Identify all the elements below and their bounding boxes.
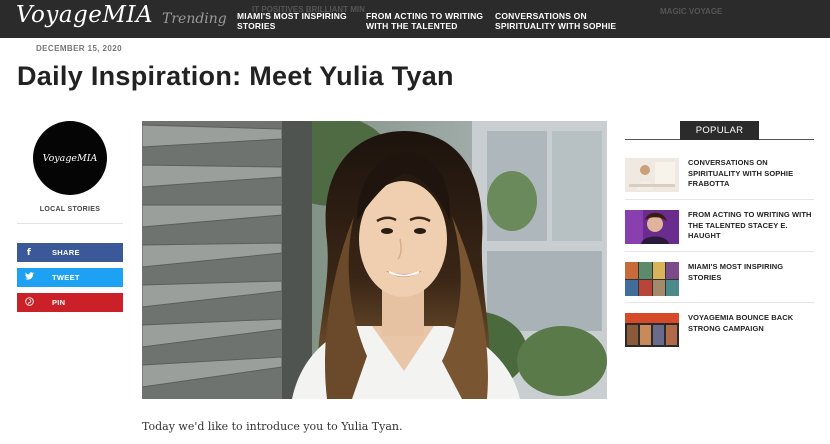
popular-item-title[interactable]: FROM ACTING TO WRITING WITH THE TALENTED… — [688, 210, 814, 242]
trending-link-miami-stories[interactable]: MIAMI'S MOST INSPIRING STORIES — [237, 11, 355, 31]
article-hero-photo — [142, 121, 607, 399]
article-intro: Today we'd like to introduce you to Yuli… — [142, 420, 403, 433]
popular-item[interactable]: FROM ACTING TO WRITING WITH THE TALENTED… — [625, 210, 814, 246]
tweet-button-label: TWEET — [52, 273, 80, 282]
trending-link-spirituality[interactable]: CONVERSATIONS ON SPIRITUALITY WITH SOPHI… — [495, 11, 617, 31]
pinterest-icon — [17, 296, 41, 309]
author-avatar[interactable]: VoyageMIA — [33, 121, 107, 195]
popular-thumbnail[interactable] — [625, 262, 679, 296]
divider — [625, 199, 814, 200]
article-date: DECEMBER 15, 2020 — [36, 44, 122, 53]
divider — [17, 223, 123, 224]
popular-item-title[interactable]: MIAMI'S MOST INSPIRING STORIES — [688, 262, 814, 283]
divider — [625, 302, 814, 303]
popular-heading: POPULAR — [680, 121, 759, 140]
facebook-icon: f — [26, 247, 32, 258]
share-button-label: SHARE — [52, 248, 80, 257]
popular-thumbnail[interactable] — [625, 313, 679, 347]
facebook-share-button[interactable]: f SHARE — [17, 243, 123, 262]
trending-label: Trending — [162, 11, 227, 27]
trending-link-acting-writing[interactable]: FROM ACTING TO WRITING WITH THE TALENTED — [366, 11, 484, 31]
popular-thumbnail[interactable] — [625, 210, 679, 244]
popular-item[interactable]: CONVERSATIONS ON SPIRITUALITY WITH SOPHI… — [625, 158, 814, 194]
twitter-icon — [17, 272, 41, 283]
divider — [625, 251, 814, 252]
avatar-logo-text: VoyageMIA — [42, 152, 98, 164]
category-label[interactable]: LOCAL STORIES — [17, 206, 123, 213]
popular-item[interactable]: VOYAGEMIA BOUNCE BACK STRONG CAMPAIGN — [625, 313, 814, 349]
twitter-share-button[interactable]: TWEET — [17, 268, 123, 287]
pin-button-label: PIN — [52, 298, 66, 307]
popular-item[interactable]: MIAMI'S MOST INSPIRING STORIES — [625, 262, 814, 298]
article-title: Daily Inspiration: Meet Yulia Tyan — [17, 61, 454, 91]
popular-thumbnail[interactable] — [625, 158, 679, 192]
top-nav-bar: VoyageMIA Trending IT POSITIVES BRILLIAN… — [0, 0, 830, 38]
site-logo[interactable]: VoyageMIA — [16, 2, 153, 28]
popular-item-title[interactable]: VOYAGEMIA BOUNCE BACK STRONG CAMPAIGN — [688, 313, 814, 334]
trending-ticker-faded-2: MAGIC VOYAGE — [660, 7, 723, 16]
portrait-photo-illustration — [142, 121, 607, 399]
popular-item-title[interactable]: CONVERSATIONS ON SPIRITUALITY WITH SOPHI… — [688, 158, 814, 190]
pinterest-pin-button[interactable]: PIN — [17, 293, 123, 312]
